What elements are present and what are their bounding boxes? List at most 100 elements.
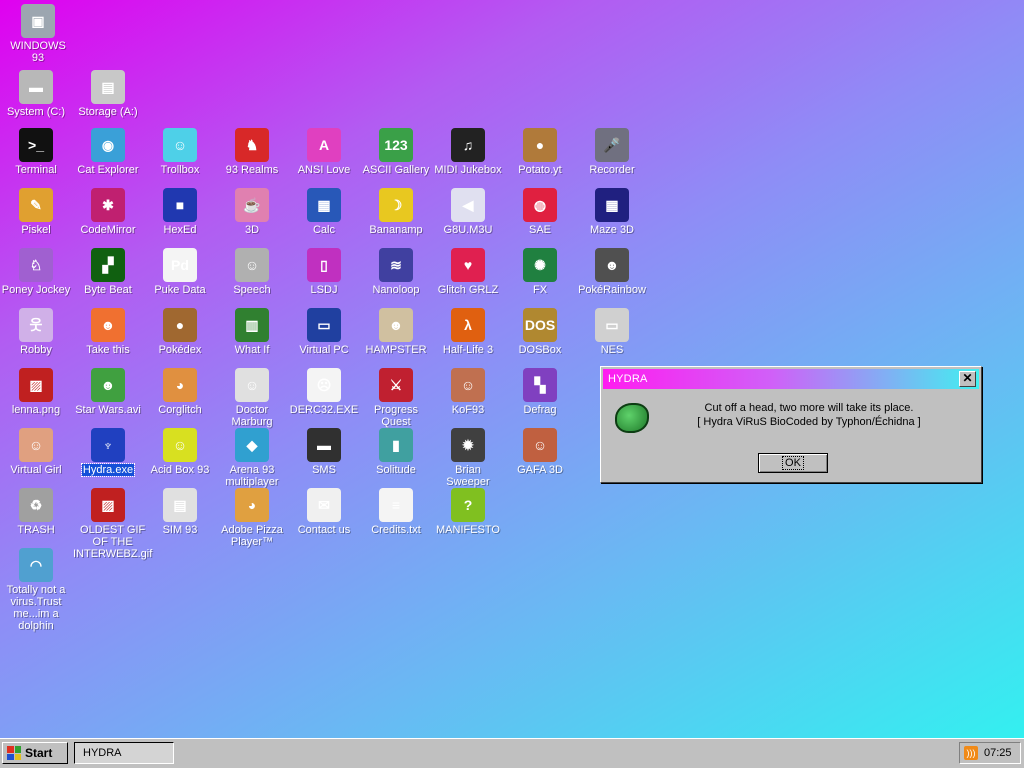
desktop-icon-label: lenna.png <box>11 404 61 416</box>
desktop-icon-midi-jukebox[interactable]: ♫ MIDI Jukebox <box>432 128 504 188</box>
desktop-icon-codemirror[interactable]: ✱ CodeMirror <box>72 188 144 248</box>
taskbar: Start HYDRA ))) 07:25 <box>0 738 1024 768</box>
desktop-icon-label: Storage (A:) <box>78 106 138 118</box>
desktop-icon-label: LSDJ <box>310 284 338 296</box>
desktop-icon-ansi-love[interactable]: A ANSI Love <box>288 128 360 188</box>
dialog-message-line-2: [ Hydra ViRuS BioCoded by Typhon/Échidna… <box>697 416 921 428</box>
desktop-icon-fx[interactable]: ✺ FX <box>504 248 576 308</box>
desktop-icon-sim93[interactable]: ▤ SIM 93 <box>144 488 216 548</box>
desktop-icon-bananamp[interactable]: ☽ Bananamp <box>360 188 432 248</box>
desktop-icon-hexed[interactable]: ■ HexEd <box>144 188 216 248</box>
ok-button[interactable]: OK <box>758 453 828 473</box>
desktop-icon-nes[interactable]: ▭ NES <box>576 308 648 368</box>
desktop-icon-puke-data[interactable]: Pd Puke Data <box>144 248 216 308</box>
desktop-icon-ascii-gallery[interactable]: 123 ASCII Gallery <box>360 128 432 188</box>
desktop-icon-kof93[interactable]: ☺ KoF93 <box>432 368 504 428</box>
kof93-icon: ☺ <box>451 368 485 402</box>
desktop-icon-label: TRASH <box>17 524 55 536</box>
defrag-icon: ▚ <box>523 368 557 402</box>
desktop-icon-contact-us[interactable]: ✉ Contact us <box>288 488 360 548</box>
desktop-icon-manifesto[interactable]: ? MANIFESTO <box>432 488 504 548</box>
desktop-icon-star-wars[interactable]: ☻ Star Wars.avi <box>72 368 144 428</box>
trollbox-icon: ☺ <box>163 128 197 162</box>
desktop-icon-windows-93[interactable]: ▣ WINDOWS 93 <box>2 4 74 64</box>
desktop-icon-label: 3D <box>244 224 260 236</box>
corglitch-icon: ◕ <box>163 368 197 402</box>
desktop-icon-calc[interactable]: ▦ Calc <box>288 188 360 248</box>
desktop-icon-what-if[interactable]: ▥ What If <box>216 308 288 368</box>
desktop-icon-half-life-3[interactable]: λ Half-Life 3 <box>432 308 504 368</box>
desktop-icon-byte-beat[interactable]: ▞ Byte Beat <box>72 248 144 308</box>
desktop-icon-system-c[interactable]: ▬ System (C:) <box>0 70 72 130</box>
desktop-icon-storage-a[interactable]: ▤ Storage (A:) <box>72 70 144 130</box>
desktop-icon-arena-93[interactable]: ◆ Arena 93 multiplayer <box>216 428 288 488</box>
desktop-icon-label: Progress Quest <box>373 404 419 428</box>
desktop-icon-sae[interactable]: ◍ SAE <box>504 188 576 248</box>
close-icon[interactable]: ✕ <box>959 371 976 387</box>
desktop-icon-lsdj[interactable]: ▯ LSDJ <box>288 248 360 308</box>
desktop-icon-hampster[interactable]: ☻ HAMPSTER <box>360 308 432 368</box>
desktop-icon-recorder[interactable]: 🎤 Recorder <box>576 128 648 188</box>
hydra-exe-icon: ♆ <box>91 428 125 462</box>
desktop-icon-poney-jockey[interactable]: ♘ Poney Jockey <box>0 248 72 308</box>
half-life-3-icon: λ <box>451 308 485 342</box>
desktop-icon-adobe-pizza[interactable]: ◕ Adobe Pizza Player™ <box>216 488 288 548</box>
desktop-icon-pokedex[interactable]: ● Pokédex <box>144 308 216 368</box>
rss-icon[interactable]: ))) <box>964 746 978 760</box>
hydra-icon <box>615 403 649 433</box>
desktop-icon-trollbox[interactable]: ☺ Trollbox <box>144 128 216 188</box>
desktop-icon-label: SIM 93 <box>162 524 198 536</box>
desktop-icon-progress-quest[interactable]: ⚔ Progress Quest <box>360 368 432 428</box>
desktop-icon-derc32[interactable]: ☹ DERC32.EXE <box>288 368 360 428</box>
desktop-icon-sms[interactable]: ▬ SMS <box>288 428 360 488</box>
cat-explorer-icon: ◉ <box>91 128 125 162</box>
desktop-icon-potato-yt[interactable]: ● Potato.yt <box>504 128 576 188</box>
desktop-icon-lenna-png[interactable]: ▨ lenna.png <box>0 368 72 428</box>
desktop-icon-oldest-gif[interactable]: ▨ OLDEST GIF OF THE INTERWEBZ.gif <box>72 488 152 560</box>
dosbox-icon: DOS <box>523 308 557 342</box>
desktop-icon-label: Corglitch <box>158 404 202 416</box>
desktop-icon-defrag[interactable]: ▚ Defrag <box>504 368 576 428</box>
desktop-icon-maze-3d[interactable]: ▦ Maze 3D <box>576 188 648 248</box>
virtual-pc-icon: ▭ <box>307 308 341 342</box>
system-c-icon: ▬ <box>19 70 53 104</box>
desktop-icon-cat-explorer[interactable]: ◉ Cat Explorer <box>72 128 144 188</box>
desktop-icon-robby[interactable]: 웃 Robby <box>0 308 72 368</box>
desktop-icon-dolphin[interactable]: ◠ Totally not a virus.Trust me...im a dol… <box>0 548 72 632</box>
contact-us-icon: ✉ <box>307 488 341 522</box>
desktop-icon-gafa-3d[interactable]: ☺ GAFA 3D <box>504 428 576 488</box>
desktop-icon-brian-sweeper[interactable]: ✹ Brian Sweeper <box>432 428 504 488</box>
desktop-icon-pokerainbow[interactable]: ☻ PokéRainbow <box>576 248 648 308</box>
desktop-icon-label: Brian Sweeper <box>446 464 490 488</box>
desktop-icon-credits-txt[interactable]: ≡ Credits.txt <box>360 488 432 548</box>
desktop-icon-hydra-exe[interactable]: ♆ Hydra.exe <box>72 428 144 488</box>
desktop-icon-g8u-m3u[interactable]: ◀ G8U.M3U <box>432 188 504 248</box>
desktop-icon-solitude[interactable]: ▮ Solitude <box>360 428 432 488</box>
desktop-icon-virtual-girl[interactable]: ☺ Virtual Girl <box>0 428 72 488</box>
desktop-icon-label: Acid Box 93 <box>150 464 210 476</box>
desktop-icon-corglitch[interactable]: ◕ Corglitch <box>144 368 216 428</box>
desktop-icon-label: Cat Explorer <box>77 164 139 176</box>
taskbar-item-hydra[interactable]: HYDRA <box>74 742 174 764</box>
doctor-marburg-icon: ☺ <box>235 368 269 402</box>
desktop-icon-speech[interactable]: ☺ Speech <box>216 248 288 308</box>
start-button[interactable]: Start <box>2 742 68 764</box>
desktop-icon-label: ASCII Gallery <box>362 164 430 176</box>
desktop-icon-dosbox[interactable]: DOS DOSBox <box>504 308 576 368</box>
desktop-icon-piskel[interactable]: ✎ Piskel <box>0 188 72 248</box>
desktop-icon-virtual-pc[interactable]: ▭ Virtual PC <box>288 308 360 368</box>
gafa-3d-icon: ☺ <box>523 428 557 462</box>
solitude-icon: ▮ <box>379 428 413 462</box>
desktop-icon-trash[interactable]: ♻ TRASH <box>0 488 72 548</box>
desktop-icon-terminal[interactable]: >_ Terminal <box>0 128 72 188</box>
desktop-icon-glitch-grlz[interactable]: ♥ Glitch GRLZ <box>432 248 504 308</box>
desktop-icon-nanoloop[interactable]: ≋ Nanoloop <box>360 248 432 308</box>
dialog-titlebar[interactable]: HYDRA ✕ <box>603 369 979 389</box>
desktop-icon-label: KoF93 <box>451 404 485 416</box>
desktop-icon-acid-box-93[interactable]: ☺ Acid Box 93 <box>144 428 216 488</box>
desktop-icon-take-this[interactable]: ☻ Take this <box>72 308 144 368</box>
pokerainbow-icon: ☻ <box>595 248 629 282</box>
desktop-icon-93-realms[interactable]: ♞ 93 Realms <box>216 128 288 188</box>
desktop-icon-doctor-marburg[interactable]: ☺ Doctor Marburg <box>216 368 288 428</box>
desktop-icon-3d[interactable]: ☕ 3D <box>216 188 288 248</box>
